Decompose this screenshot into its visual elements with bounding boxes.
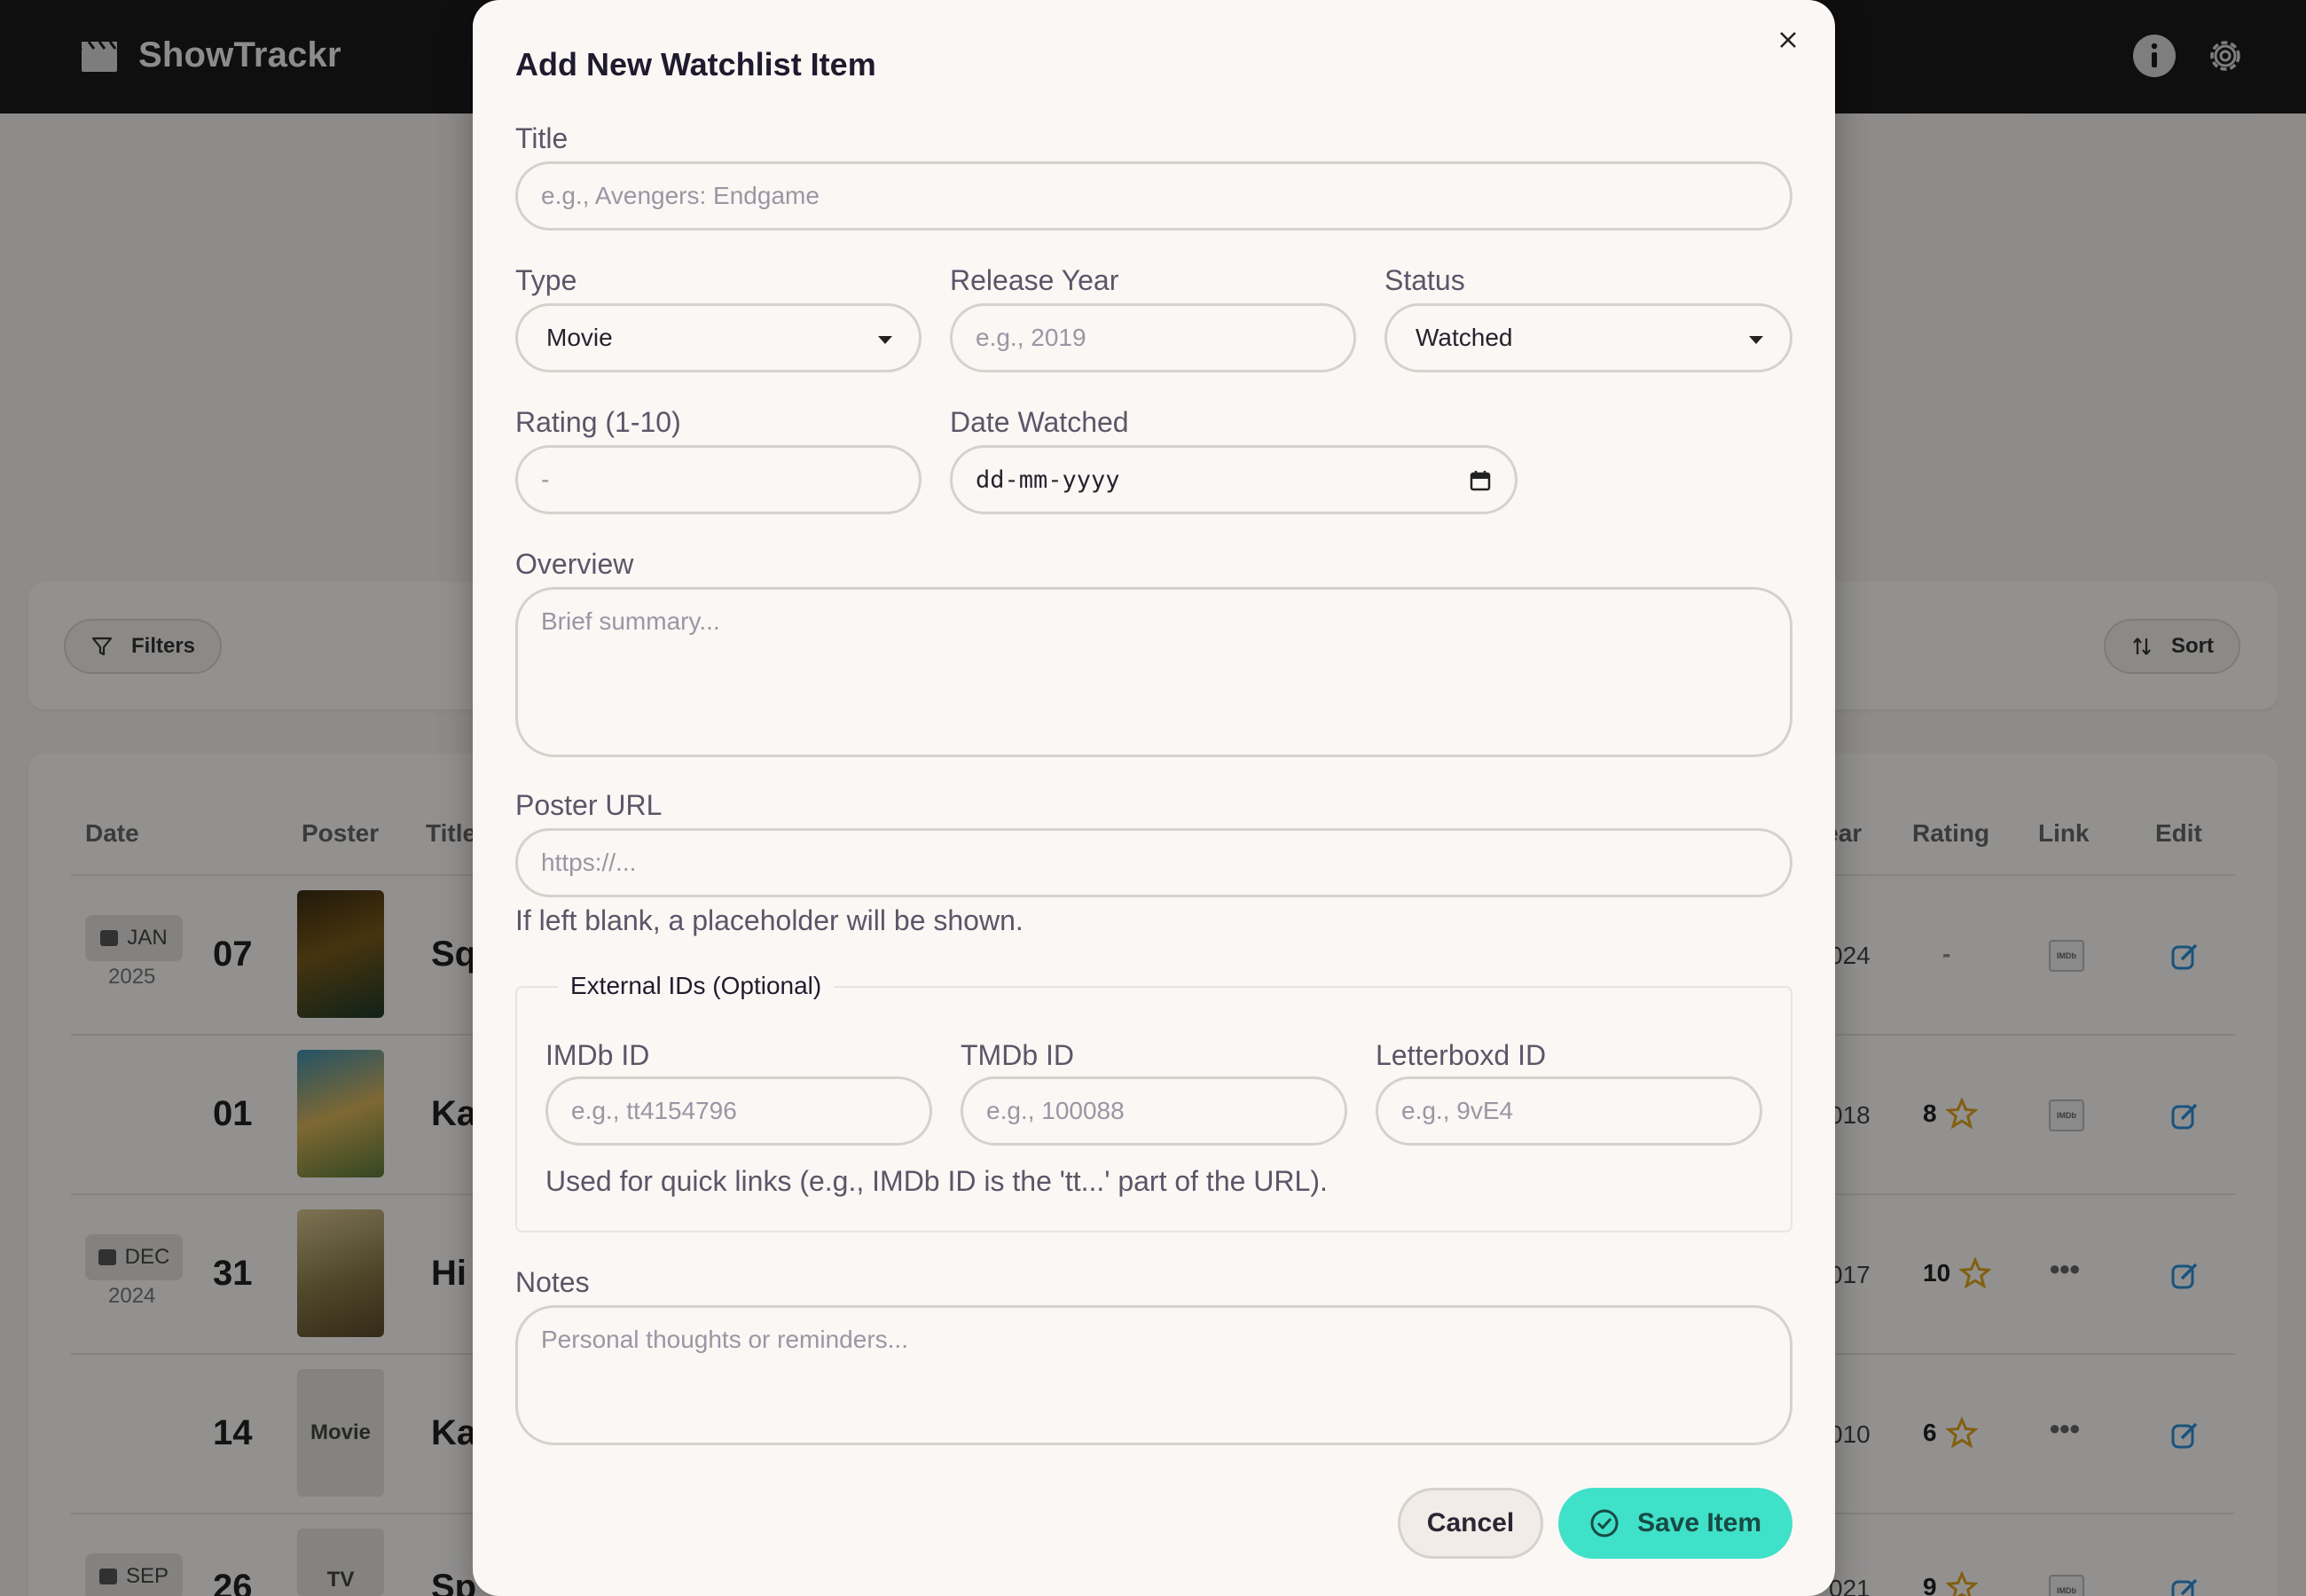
tmdb-id-input[interactable]: e.g., 100088 xyxy=(961,1076,1347,1146)
poster-url-label: Poster URL xyxy=(515,789,663,821)
type-label: Type xyxy=(515,264,577,296)
notes-label: Notes xyxy=(515,1266,590,1298)
date-watched-label: Date Watched xyxy=(950,406,1129,438)
notes-textarea[interactable]: Personal thoughts or reminders... xyxy=(515,1305,1792,1445)
release-year-input[interactable]: e.g., 2019 xyxy=(950,303,1356,372)
save-item-button[interactable]: Save Item xyxy=(1558,1488,1792,1559)
imdb-id-label: IMDb ID xyxy=(545,1039,650,1071)
modal-title: Add New Watchlist Item xyxy=(515,46,876,82)
external-ids-hint: Used for quick links (e.g., IMDb ID is t… xyxy=(545,1165,1328,1197)
poster-url-input[interactable]: https://... xyxy=(515,828,1792,897)
status-select[interactable]: Watched xyxy=(1384,303,1792,372)
add-item-modal: Add New Watchlist Item Title e.g., Aveng… xyxy=(473,0,1835,1596)
external-ids-legend: External IDs (Optional) xyxy=(558,972,835,1000)
tmdb-id-label: TMDb ID xyxy=(961,1039,1074,1071)
poster-url-hint: If left blank, a placeholder will be sho… xyxy=(515,904,1024,936)
cancel-button[interactable]: Cancel xyxy=(1398,1488,1543,1559)
title-label: Title xyxy=(515,122,569,154)
status-label: Status xyxy=(1384,264,1465,296)
date-watched-input[interactable]: dd-mm-yyyy xyxy=(950,445,1518,514)
type-select[interactable]: Movie xyxy=(515,303,922,372)
overview-label: Overview xyxy=(515,548,634,580)
rating-input[interactable]: - xyxy=(515,445,922,514)
save-item-label: Save Item xyxy=(1636,1508,1762,1537)
close-icon xyxy=(1780,32,1796,48)
check-circle-icon xyxy=(1590,1509,1619,1537)
overview-textarea[interactable]: Brief summary... xyxy=(515,587,1792,757)
chevron-down-icon xyxy=(878,336,892,344)
rating-label: Rating (1-10) xyxy=(515,406,681,438)
status-value: Watched xyxy=(1416,324,1513,351)
type-value: Movie xyxy=(546,324,613,351)
imdb-id-input[interactable]: e.g., tt4154796 xyxy=(545,1076,932,1146)
calendar-icon[interactable] xyxy=(1469,469,1492,492)
letterboxd-id-label: Letterboxd ID xyxy=(1376,1039,1547,1071)
close-button[interactable] xyxy=(1773,25,1803,55)
letterboxd-id-input[interactable]: e.g., 9vE4 xyxy=(1376,1076,1762,1146)
chevron-down-icon xyxy=(1749,336,1763,344)
release-year-label: Release Year xyxy=(950,264,1119,296)
date-value: dd-mm-yyyy xyxy=(976,466,1120,494)
title-input[interactable]: e.g., Avengers: Endgame xyxy=(515,161,1792,231)
